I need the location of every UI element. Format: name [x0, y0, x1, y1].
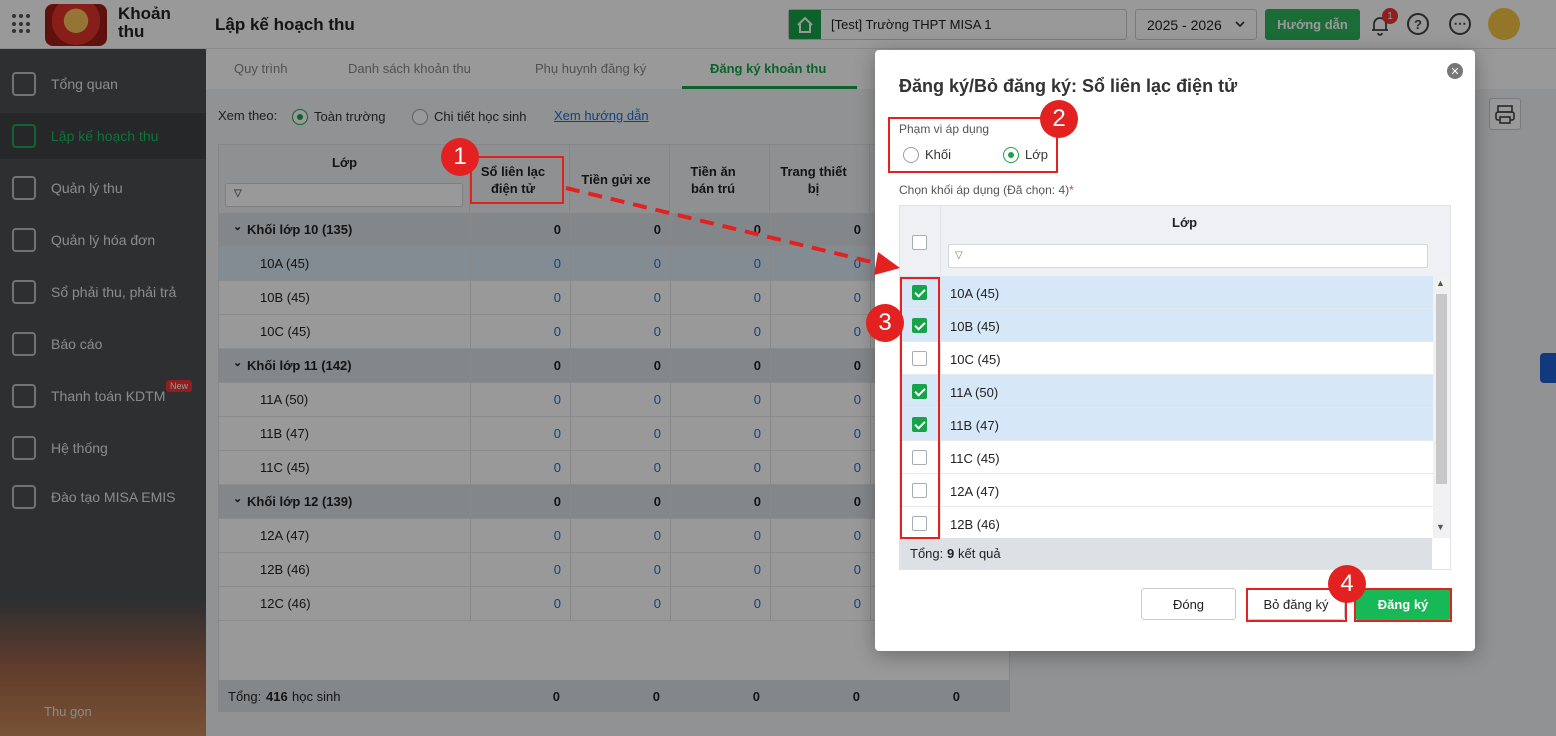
class-option-row[interactable]: 12A (47)	[900, 474, 1433, 507]
annotation-box-scope	[888, 117, 1058, 173]
class-option-row[interactable]: 11B (47)	[900, 408, 1433, 441]
total-count: 9	[947, 546, 955, 561]
row-divider	[940, 441, 941, 474]
annotation-box-column	[470, 156, 564, 204]
total-label: Tổng:	[910, 546, 944, 561]
close-button[interactable]: Đóng	[1141, 588, 1236, 620]
marker-4: 4	[1328, 565, 1366, 603]
class-option-label: 10B (45)	[950, 319, 1000, 334]
marker-3: 3	[866, 304, 904, 342]
row-divider	[940, 474, 941, 507]
class-option-row[interactable]: 10A (45)	[900, 276, 1433, 309]
annotation-arrow	[565, 186, 900, 275]
class-option-label: 10C (45)	[950, 352, 1001, 367]
annotation-box-checkboxes	[900, 277, 940, 539]
close-icon[interactable]: ✕	[1447, 63, 1463, 79]
class-option-row[interactable]: 10B (45)	[900, 309, 1433, 342]
class-option-label: 12B (46)	[950, 517, 1000, 532]
class-option-row[interactable]: 10C (45)	[900, 342, 1433, 375]
class-option-label: 10A (45)	[950, 286, 1000, 301]
dialog-title: Đăng ký/Bỏ đăng ký: Sổ liên lạc điện tử	[899, 76, 1238, 96]
row-divider	[940, 507, 941, 540]
row-divider	[940, 276, 941, 309]
total-suffix: kết quả	[958, 546, 1001, 561]
marker-2: 2	[1040, 100, 1078, 138]
row-divider	[940, 342, 941, 375]
class-option-row[interactable]: 12B (46)	[900, 507, 1433, 540]
class-option-label: 12A (47)	[950, 484, 1000, 499]
annotation-box-register	[1354, 588, 1452, 622]
class-column-header: Lớp	[1172, 215, 1198, 230]
select-all-checkbox[interactable]	[912, 235, 927, 250]
required-mark: *	[1069, 183, 1074, 197]
class-select-table: Lớp ▽ 10A (45) 10B (45) 10C (45) 11A (50) 11…	[899, 205, 1451, 570]
class-option-label: 11B (47)	[950, 418, 999, 433]
row-divider	[940, 375, 941, 408]
scroll-up-icon[interactable]: ▲	[1436, 278, 1445, 288]
filter-icon: ▽	[955, 250, 963, 261]
marker-1: 1	[441, 138, 479, 176]
header-divider	[940, 206, 941, 276]
class-option-row[interactable]: 11C (45)	[900, 441, 1433, 474]
class-option-label: 11A (50)	[950, 385, 999, 400]
scrollbar-thumb[interactable]	[1436, 294, 1447, 484]
row-divider	[940, 408, 941, 441]
dialog-total: Tổng: 9 kết quả	[900, 538, 1432, 569]
class-option-row[interactable]: 11A (50)	[900, 375, 1433, 408]
row-divider	[940, 309, 941, 342]
select-count-text: Chọn khối áp dụng (Đã chọn: 4)	[899, 183, 1070, 197]
select-count-label: Chọn khối áp dụng (Đã chọn: 4)*	[899, 183, 1074, 197]
scroll-down-icon[interactable]: ▼	[1436, 522, 1445, 532]
class-option-label: 11C (45)	[950, 451, 1000, 466]
class-filter-input[interactable]: ▽	[948, 244, 1428, 268]
class-table-header: Lớp ▽	[900, 206, 1450, 276]
